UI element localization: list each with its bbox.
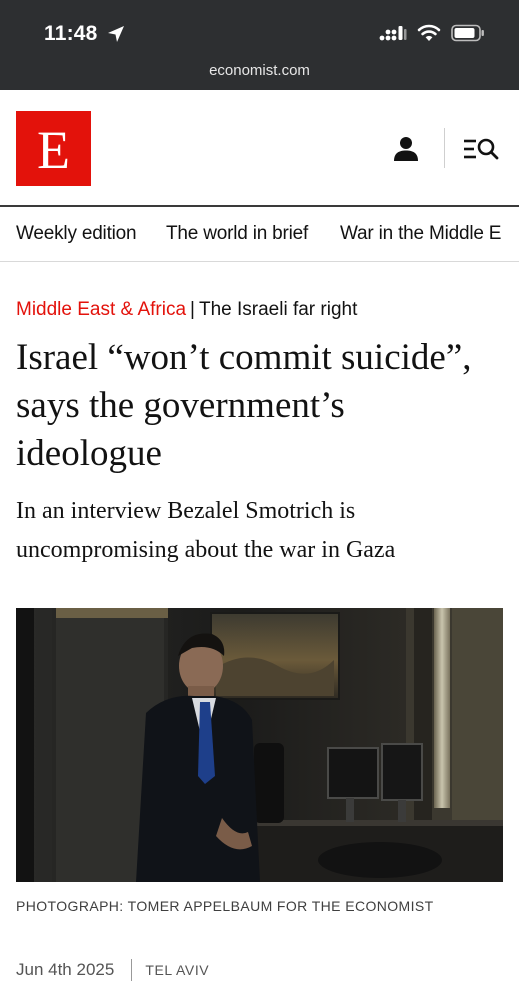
photo-caption: PHOTOGRAPH: TOMER APPELBAUM FOR THE ECON… [16,898,434,914]
header-divider [444,128,445,168]
section-link[interactable]: Middle East & Africa [16,299,186,320]
dateline-divider [131,959,133,981]
nav-item-world-in-brief[interactable]: The world in brief [166,223,308,245]
cellular-signal-icon [379,26,407,41]
dateline-location: TEL AVIV [145,962,210,978]
menu-search-icon[interactable] [462,134,500,164]
article-standfirst: In an interview Bezalel Smotrich is unco… [16,498,396,563]
article-flytitle: The Israeli far right [198,299,358,320]
article-rubric: Middle East & Africa | The Israeli far rig… [16,299,357,321]
rubric-separator: | [190,299,195,320]
section-nav: Weekly edition The world in brief War in… [0,209,519,262]
battery-icon [451,24,484,42]
logo-letter: E [37,119,70,180]
article-dateline: Jun 4th 2025 TEL AVIV [16,958,209,982]
lead-photo-illustration [16,608,503,882]
nav-item-war-middle-east[interactable]: War in the Middle E [340,223,501,245]
publish-date: Jun 4th 2025 [16,960,115,979]
wifi-icon [417,24,441,41]
economist-logo[interactable]: E [16,111,91,186]
nav-item-weekly-edition[interactable]: Weekly edition [16,223,137,245]
site-header: E [0,90,519,207]
browser-chrome: 11:48 economist.com [0,0,519,90]
account-icon[interactable] [391,134,421,164]
article-headline: Israel “won’t commit suicide”, says the … [16,337,472,474]
lead-photo[interactable] [16,608,503,882]
status-time: 11:48 [44,22,98,45]
status-indicators [379,24,485,42]
location-arrow-icon [108,26,124,42]
address-bar-url[interactable]: economist.com [0,62,519,79]
